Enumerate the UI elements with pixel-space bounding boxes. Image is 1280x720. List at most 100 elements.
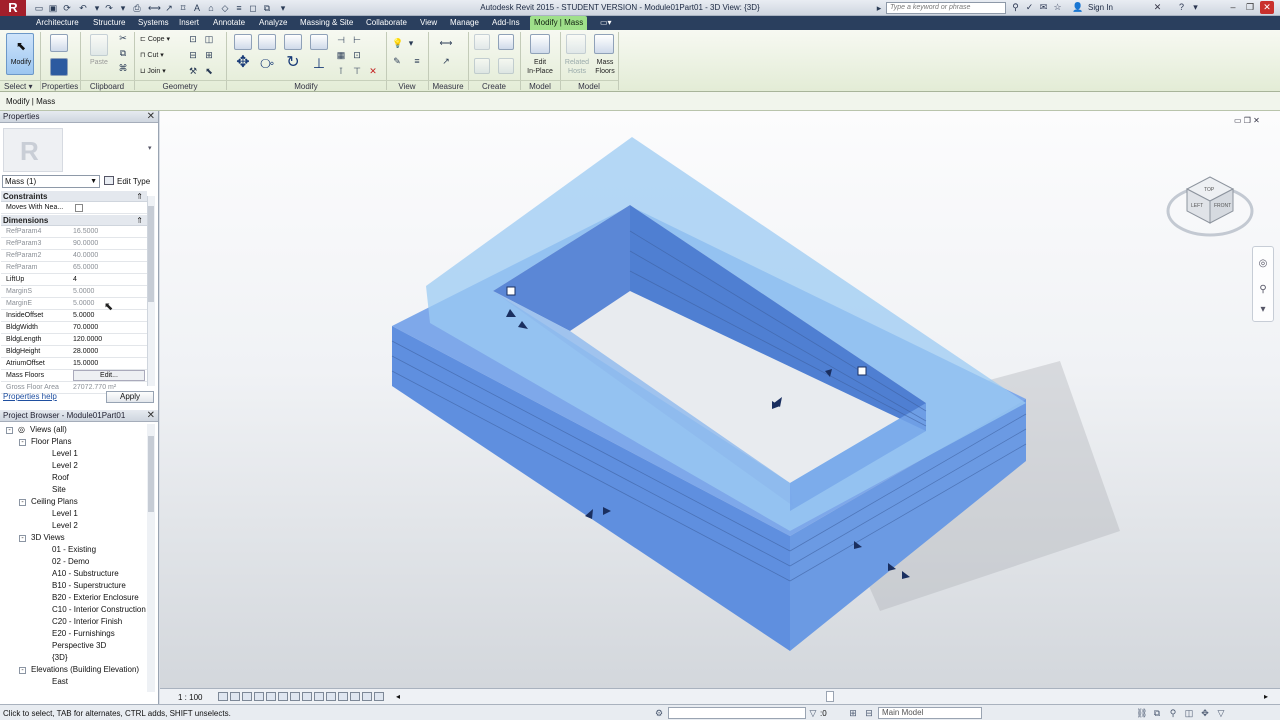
- horizontal-scroll-thumb[interactable]: [826, 691, 834, 702]
- browser-item[interactable]: B10 - Superstructure: [0, 580, 148, 592]
- browser-item[interactable]: Perspective 3D: [0, 640, 148, 652]
- help-icon[interactable]: ?: [1176, 2, 1187, 13]
- subscription-icon[interactable]: ✓: [1024, 2, 1035, 13]
- search-input[interactable]: Type a keyword or phrase: [886, 2, 1006, 14]
- moves-with-checkbox[interactable]: [75, 204, 83, 212]
- redo-dropdown-icon[interactable]: ▾: [118, 3, 128, 13]
- 3d-viewport[interactable]: ▭ ❐ ✕ TOP LEFT FRONT ◎ ⚲ ▾: [160, 111, 1280, 688]
- related-hosts-icon[interactable]: [566, 34, 586, 54]
- unpin-icon[interactable]: ⊺: [336, 66, 346, 76]
- browser-item[interactable]: A10 - Substructure: [0, 568, 148, 580]
- browser-item[interactable]: East: [0, 676, 148, 688]
- 3d-view-icon[interactable]: ⌂: [206, 3, 216, 13]
- param-value[interactable]: 65.0000: [73, 262, 145, 274]
- tab-modify-mass[interactable]: Modify | Mass: [530, 16, 588, 30]
- tab-architecture[interactable]: Architecture: [32, 16, 83, 30]
- browser-item[interactable]: Roof: [0, 472, 148, 484]
- browser-item[interactable]: - Ceiling Plans: [0, 496, 148, 508]
- edit-in-place-icon[interactable]: [530, 34, 550, 54]
- binoculars-icon[interactable]: ⚲: [1010, 2, 1021, 13]
- linework-icon[interactable]: ✎: [392, 56, 402, 66]
- revit-logo-icon[interactable]: R: [0, 0, 26, 16]
- browser-item[interactable]: C20 - Interior Finish: [0, 616, 148, 628]
- param-row[interactable]: RefParam4 16.5000: [1, 226, 147, 238]
- sign-in-link[interactable]: Sign In: [1088, 3, 1113, 12]
- type-properties-icon[interactable]: [50, 34, 68, 52]
- communication-icon[interactable]: ✉: [1038, 2, 1049, 13]
- override-graphics-icon[interactable]: ▾: [406, 38, 416, 48]
- save-icon[interactable]: ▣: [48, 3, 58, 13]
- worksets-icon[interactable]: ⚙: [654, 708, 664, 718]
- wall-joins-icon[interactable]: ⊡: [188, 34, 198, 44]
- param-row[interactable]: BldgHeight 28.0000: [1, 346, 147, 358]
- close-hidden-icon[interactable]: ◻: [248, 3, 258, 13]
- design-options-icon[interactable]: ⊞: [848, 708, 858, 718]
- param-value[interactable]: 5.0000: [73, 286, 145, 298]
- type-preview-dropdown-icon[interactable]: ▾: [148, 144, 152, 152]
- array-icon[interactable]: ▦: [336, 50, 346, 60]
- split-face-icon[interactable]: ◫: [204, 34, 214, 44]
- view-scale[interactable]: 1 : 100: [178, 693, 202, 702]
- maximize-button[interactable]: ❐: [1243, 1, 1257, 14]
- sync-icon[interactable]: ⟳: [62, 3, 72, 13]
- paste-icon[interactable]: [90, 34, 108, 56]
- tab-view[interactable]: View: [416, 16, 441, 30]
- tab-systems[interactable]: Systems: [134, 16, 173, 30]
- select-by-face-icon[interactable]: ◫: [1184, 708, 1194, 718]
- cut-geometry-button[interactable]: ⊓ Cut ▾: [140, 51, 164, 60]
- param-value[interactable]: 120.0000: [73, 334, 145, 346]
- rotate-icon[interactable]: ↻: [284, 55, 302, 76]
- tab-insert[interactable]: Insert: [175, 16, 203, 30]
- param-value[interactable]: 16.5000: [73, 226, 145, 238]
- exchange-apps-icon[interactable]: ✕: [1152, 2, 1163, 13]
- select-panel-dropdown[interactable]: Select ▾: [0, 80, 40, 91]
- offset-icon[interactable]: [258, 34, 276, 50]
- zoom-icon[interactable]: ⚲: [1256, 283, 1270, 297]
- group-dimensions[interactable]: Dimensions ⇑: [1, 215, 147, 226]
- shadows-icon[interactable]: [254, 692, 264, 701]
- delete-icon[interactable]: ✕: [368, 66, 378, 76]
- browser-item[interactable]: Site: [0, 484, 148, 496]
- tab-analyze[interactable]: Analyze: [255, 16, 291, 30]
- param-row[interactable]: BldgWidth 70.0000: [1, 322, 147, 334]
- measure-icon[interactable]: ⟷: [148, 3, 161, 13]
- create-similar-icon[interactable]: [498, 58, 514, 74]
- cut-icon[interactable]: ✂: [118, 33, 128, 43]
- tree-toggle-icon[interactable]: -: [19, 667, 26, 674]
- scroll-right-icon[interactable]: ▸: [1264, 692, 1268, 701]
- mirror-draw-icon[interactable]: [310, 34, 328, 50]
- move-icon[interactable]: ✥: [234, 55, 252, 76]
- help-dropdown-icon[interactable]: ▾: [1190, 2, 1201, 13]
- match-properties-icon[interactable]: ⌘: [118, 63, 128, 73]
- redo-icon[interactable]: ↷: [104, 3, 114, 13]
- tree-toggle-icon[interactable]: -: [6, 427, 13, 434]
- rendering-icon[interactable]: [266, 692, 276, 701]
- analytical-model-icon[interactable]: [350, 692, 360, 701]
- browser-item[interactable]: C10 - Interior Construction: [0, 604, 148, 616]
- browser-item[interactable]: - Floor Plans: [0, 436, 148, 448]
- copy-icon[interactable]: ⧉: [118, 48, 128, 58]
- constraints-icon[interactable]: [374, 692, 384, 701]
- workset-dropdown[interactable]: [668, 707, 806, 719]
- close-button[interactable]: ✕: [1260, 1, 1274, 14]
- copy-element-icon[interactable]: ⧂: [258, 56, 276, 76]
- param-row-moves-with[interactable]: Moves With Nea...: [1, 202, 147, 214]
- show-crop-icon[interactable]: [290, 692, 300, 701]
- browser-item[interactable]: - Views (all) ◎: [0, 424, 148, 436]
- pin-icon[interactable]: ⊢: [352, 35, 362, 45]
- param-row[interactable]: RefParam 65.0000: [1, 262, 147, 274]
- dimension-icon[interactable]: ↗: [164, 3, 174, 13]
- group-constraints[interactable]: Constraints ⇑: [1, 191, 147, 202]
- tab-add-ins[interactable]: Add-Ins: [488, 16, 524, 30]
- properties-palette-icon[interactable]: [50, 58, 68, 76]
- measure-between-icon[interactable]: ⟷: [436, 38, 456, 48]
- properties-close-icon[interactable]: ✕: [147, 111, 155, 123]
- drag-elements-icon[interactable]: ✥: [1200, 708, 1210, 718]
- customize-qat-icon[interactable]: ▾: [278, 3, 288, 13]
- remove-paint-icon[interactable]: ⊞: [204, 50, 214, 60]
- pick-icon[interactable]: ⬉: [204, 66, 214, 76]
- mass-model[interactable]: [160, 111, 1280, 688]
- user-icon[interactable]: 👤: [1072, 2, 1083, 13]
- param-row[interactable]: InsideOffset 5.0000: [1, 310, 147, 322]
- modify-button[interactable]: ⬉ Modify: [6, 33, 34, 75]
